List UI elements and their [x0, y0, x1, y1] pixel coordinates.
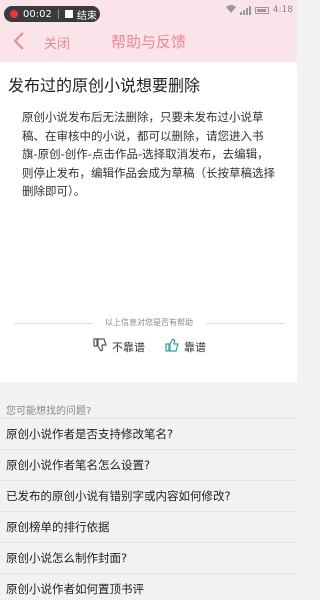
related-questions-heading: 您可能想找的问题? — [6, 406, 92, 417]
help-article: 发布过的原创小说想要删除 原创小说发布后无法删除，只要未发布过小说草稿、在审核中… — [0, 62, 297, 382]
system-status: 4:18 — [225, 4, 293, 16]
clock: 4:18 — [272, 5, 293, 15]
not-helpful-label: 不靠谱 — [112, 340, 145, 354]
helpful-prompt-row: 以上信息对您是否有帮助 — [14, 315, 284, 331]
article-title: 发布过的原创小说想要删除 — [8, 76, 201, 95]
list-item[interactable]: 原创小说作者如何置顶书评 — [0, 573, 297, 600]
not-helpful-button[interactable]: 不靠谱 — [92, 337, 145, 356]
signal-icon — [239, 5, 251, 15]
list-item[interactable]: 原创榜单的排行依据 — [0, 511, 297, 542]
helpful-button[interactable]: 靠谱 — [164, 337, 206, 356]
recording-time: 00:02 — [23, 8, 52, 20]
stop-icon — [64, 10, 73, 18]
list-item[interactable]: 原创小说作者是否支持修改笔名? — [0, 418, 297, 449]
record-dot-icon — [10, 10, 18, 18]
battery-icon — [254, 6, 269, 14]
helpful-label: 靠谱 — [184, 340, 206, 354]
article-body: 原创小说发布后无法删除，只要未发布过小说草稿、在审核中的小说，都可以删除，请您进… — [22, 110, 275, 198]
related-questions-list: 原创小说作者是否支持修改笔名? 原创小说作者笔名怎么设置? 已发布的原创小说有错… — [0, 418, 297, 600]
divider — [57, 9, 59, 19]
screen-recording-pill[interactable]: 00:02 结束 — [4, 6, 100, 22]
status-bar: 00:02 结束 4:18 — [0, 0, 297, 22]
feedback-vote-row: 不靠谱 靠谱 — [0, 334, 297, 360]
wifi-icon — [225, 4, 236, 16]
list-item[interactable]: 原创小说怎么制作封面? — [0, 542, 297, 573]
divider — [206, 323, 284, 324]
thumbs-down-icon — [92, 337, 108, 356]
list-item[interactable]: 原创小说作者笔名怎么设置? — [0, 449, 297, 480]
end-recording-label[interactable]: 结束 — [77, 7, 97, 22]
page-title: 帮助与反馈 — [110, 33, 186, 51]
top-nav-bar: 关闭 帮助与反馈 — [0, 22, 297, 62]
list-item[interactable]: 已发布的原创小说有错别字或内容如何修改? — [0, 480, 297, 511]
thumbs-up-icon — [164, 337, 180, 356]
